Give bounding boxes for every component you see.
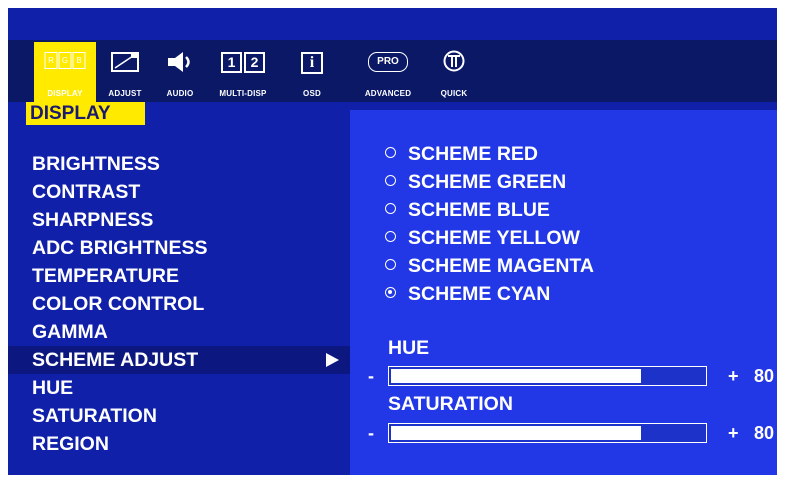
section-title: DISPLAY	[30, 103, 111, 124]
scheme-label: SCHEME RED	[408, 143, 539, 165]
tab-osd-label: OSD	[303, 89, 321, 98]
menu-item-region[interactable]: REGION	[8, 430, 350, 458]
quick-icon	[443, 50, 465, 72]
hue-minus: -	[368, 366, 374, 386]
multi-display-icon: 1 2	[221, 52, 265, 73]
radio-selected-icon	[385, 287, 396, 299]
menu-item-label: SCHEME ADJUST	[32, 349, 199, 371]
menu-item-label: SATURATION	[32, 405, 157, 427]
saturation-minus: -	[368, 423, 374, 443]
hue-plus: +	[728, 366, 739, 386]
multi-2-glyph: 2	[244, 52, 265, 73]
speaker-icon	[168, 52, 190, 72]
hue-slider-fill	[391, 369, 641, 383]
rgb-g-glyph: G	[58, 52, 72, 69]
menu-item-label: TEMPERATURE	[32, 265, 179, 287]
info-icon: i	[301, 52, 323, 74]
osd-window: R G B DISPLAY ADJUST AUDIO 1 2 MULTI-DIS…	[8, 8, 777, 475]
rgb-b-glyph: B	[72, 52, 86, 69]
tab-advanced[interactable]: PRO ADVANCED	[351, 42, 425, 102]
menu-item-gamma[interactable]: GAMMA	[8, 318, 350, 346]
hue-slider-label: HUE	[388, 337, 430, 359]
tab-display[interactable]: R G B DISPLAY	[34, 42, 96, 102]
menu-item-label: COLOR CONTROL	[32, 293, 205, 315]
menu-item-sharpness[interactable]: SHARPNESS	[8, 206, 350, 234]
rgb-r-glyph: R	[44, 52, 58, 69]
menu-item-adc-brightness[interactable]: ADC BRIGHTNESS	[8, 234, 350, 262]
radio-icon	[385, 175, 396, 187]
radio-icon	[385, 147, 396, 159]
saturation-plus: +	[728, 423, 739, 443]
scheme-option-magenta[interactable]: SCHEME MAGENTA	[385, 252, 594, 280]
tab-adjust-label: ADJUST	[108, 89, 142, 98]
menu-item-label: ADC BRIGHTNESS	[32, 237, 208, 259]
menu-item-saturation[interactable]: SATURATION	[8, 402, 350, 430]
menu-item-label: REGION	[32, 433, 109, 455]
menu-item-label: HUE	[32, 377, 74, 399]
menu-item-hue[interactable]: HUE	[8, 374, 350, 402]
menu-item-label: BRIGHTNESS	[32, 153, 160, 175]
menu-item-scheme-adjust[interactable]: SCHEME ADJUST	[8, 346, 350, 374]
tab-quick-label: QUICK	[440, 89, 468, 98]
scheme-option-green[interactable]: SCHEME GREEN	[385, 168, 566, 196]
saturation-slider-fill	[391, 426, 641, 440]
hue-slider[interactable]	[388, 366, 707, 386]
scheme-option-blue[interactable]: SCHEME BLUE	[385, 196, 550, 224]
tab-audio-label: AUDIO	[166, 89, 194, 98]
tab-multi-disp-label: MULTI-DISP	[219, 89, 267, 98]
tab-audio[interactable]: AUDIO	[160, 42, 200, 102]
scheme-label: SCHEME MAGENTA	[408, 255, 594, 277]
saturation-value: 80	[754, 423, 775, 443]
tab-osd[interactable]: i OSD	[292, 42, 332, 102]
submenu-arrow-icon	[326, 353, 339, 367]
scheme-label: SCHEME GREEN	[408, 171, 567, 193]
tab-quick[interactable]: QUICK	[434, 42, 474, 102]
scheme-label: SCHEME BLUE	[408, 199, 550, 221]
radio-icon	[385, 231, 396, 243]
scheme-adjust-panel: SCHEME RED SCHEME GREEN SCHEME BLUE SCHE…	[350, 110, 777, 475]
radio-icon	[385, 259, 396, 271]
hue-value: 80	[754, 366, 775, 386]
menu-item-color-control[interactable]: COLOR CONTROL	[8, 290, 350, 318]
menu-item-temperature[interactable]: TEMPERATURE	[8, 262, 350, 290]
tab-display-label: DISPLAY	[47, 89, 83, 98]
menu-item-label: SHARPNESS	[32, 209, 154, 231]
menu-item-brightness[interactable]: BRIGHTNESS	[8, 150, 350, 178]
pro-icon: PRO	[368, 52, 408, 72]
menu-tab-bar: R G B DISPLAY ADJUST AUDIO 1 2 MULTI-DIS…	[8, 40, 777, 102]
scheme-option-cyan[interactable]: SCHEME CYAN	[385, 280, 550, 308]
scheme-label: SCHEME YELLOW	[408, 227, 580, 249]
title-bar	[8, 8, 777, 40]
menu-list: BRIGHTNESS CONTRAST SHARPNESS ADC BRIGHT…	[8, 125, 350, 475]
scheme-option-red[interactable]: SCHEME RED	[385, 140, 538, 168]
menu-item-label: CONTRAST	[32, 181, 141, 203]
scheme-option-yellow[interactable]: SCHEME YELLOW	[385, 224, 580, 252]
radio-icon	[385, 203, 396, 215]
menu-item-label: GAMMA	[32, 321, 108, 343]
rgb-icon: R G B	[44, 52, 86, 69]
tab-advanced-label: ADVANCED	[364, 89, 412, 98]
adjust-screen-icon	[111, 52, 139, 72]
scheme-label: SCHEME CYAN	[408, 283, 551, 305]
menu-item-contrast[interactable]: CONTRAST	[8, 178, 350, 206]
tab-adjust[interactable]: ADJUST	[100, 42, 150, 102]
tab-multi-disp[interactable]: 1 2 MULTI-DISP	[210, 42, 276, 102]
saturation-slider[interactable]	[388, 423, 707, 443]
saturation-slider-label: SATURATION	[388, 393, 513, 415]
multi-1-glyph: 1	[221, 52, 242, 73]
